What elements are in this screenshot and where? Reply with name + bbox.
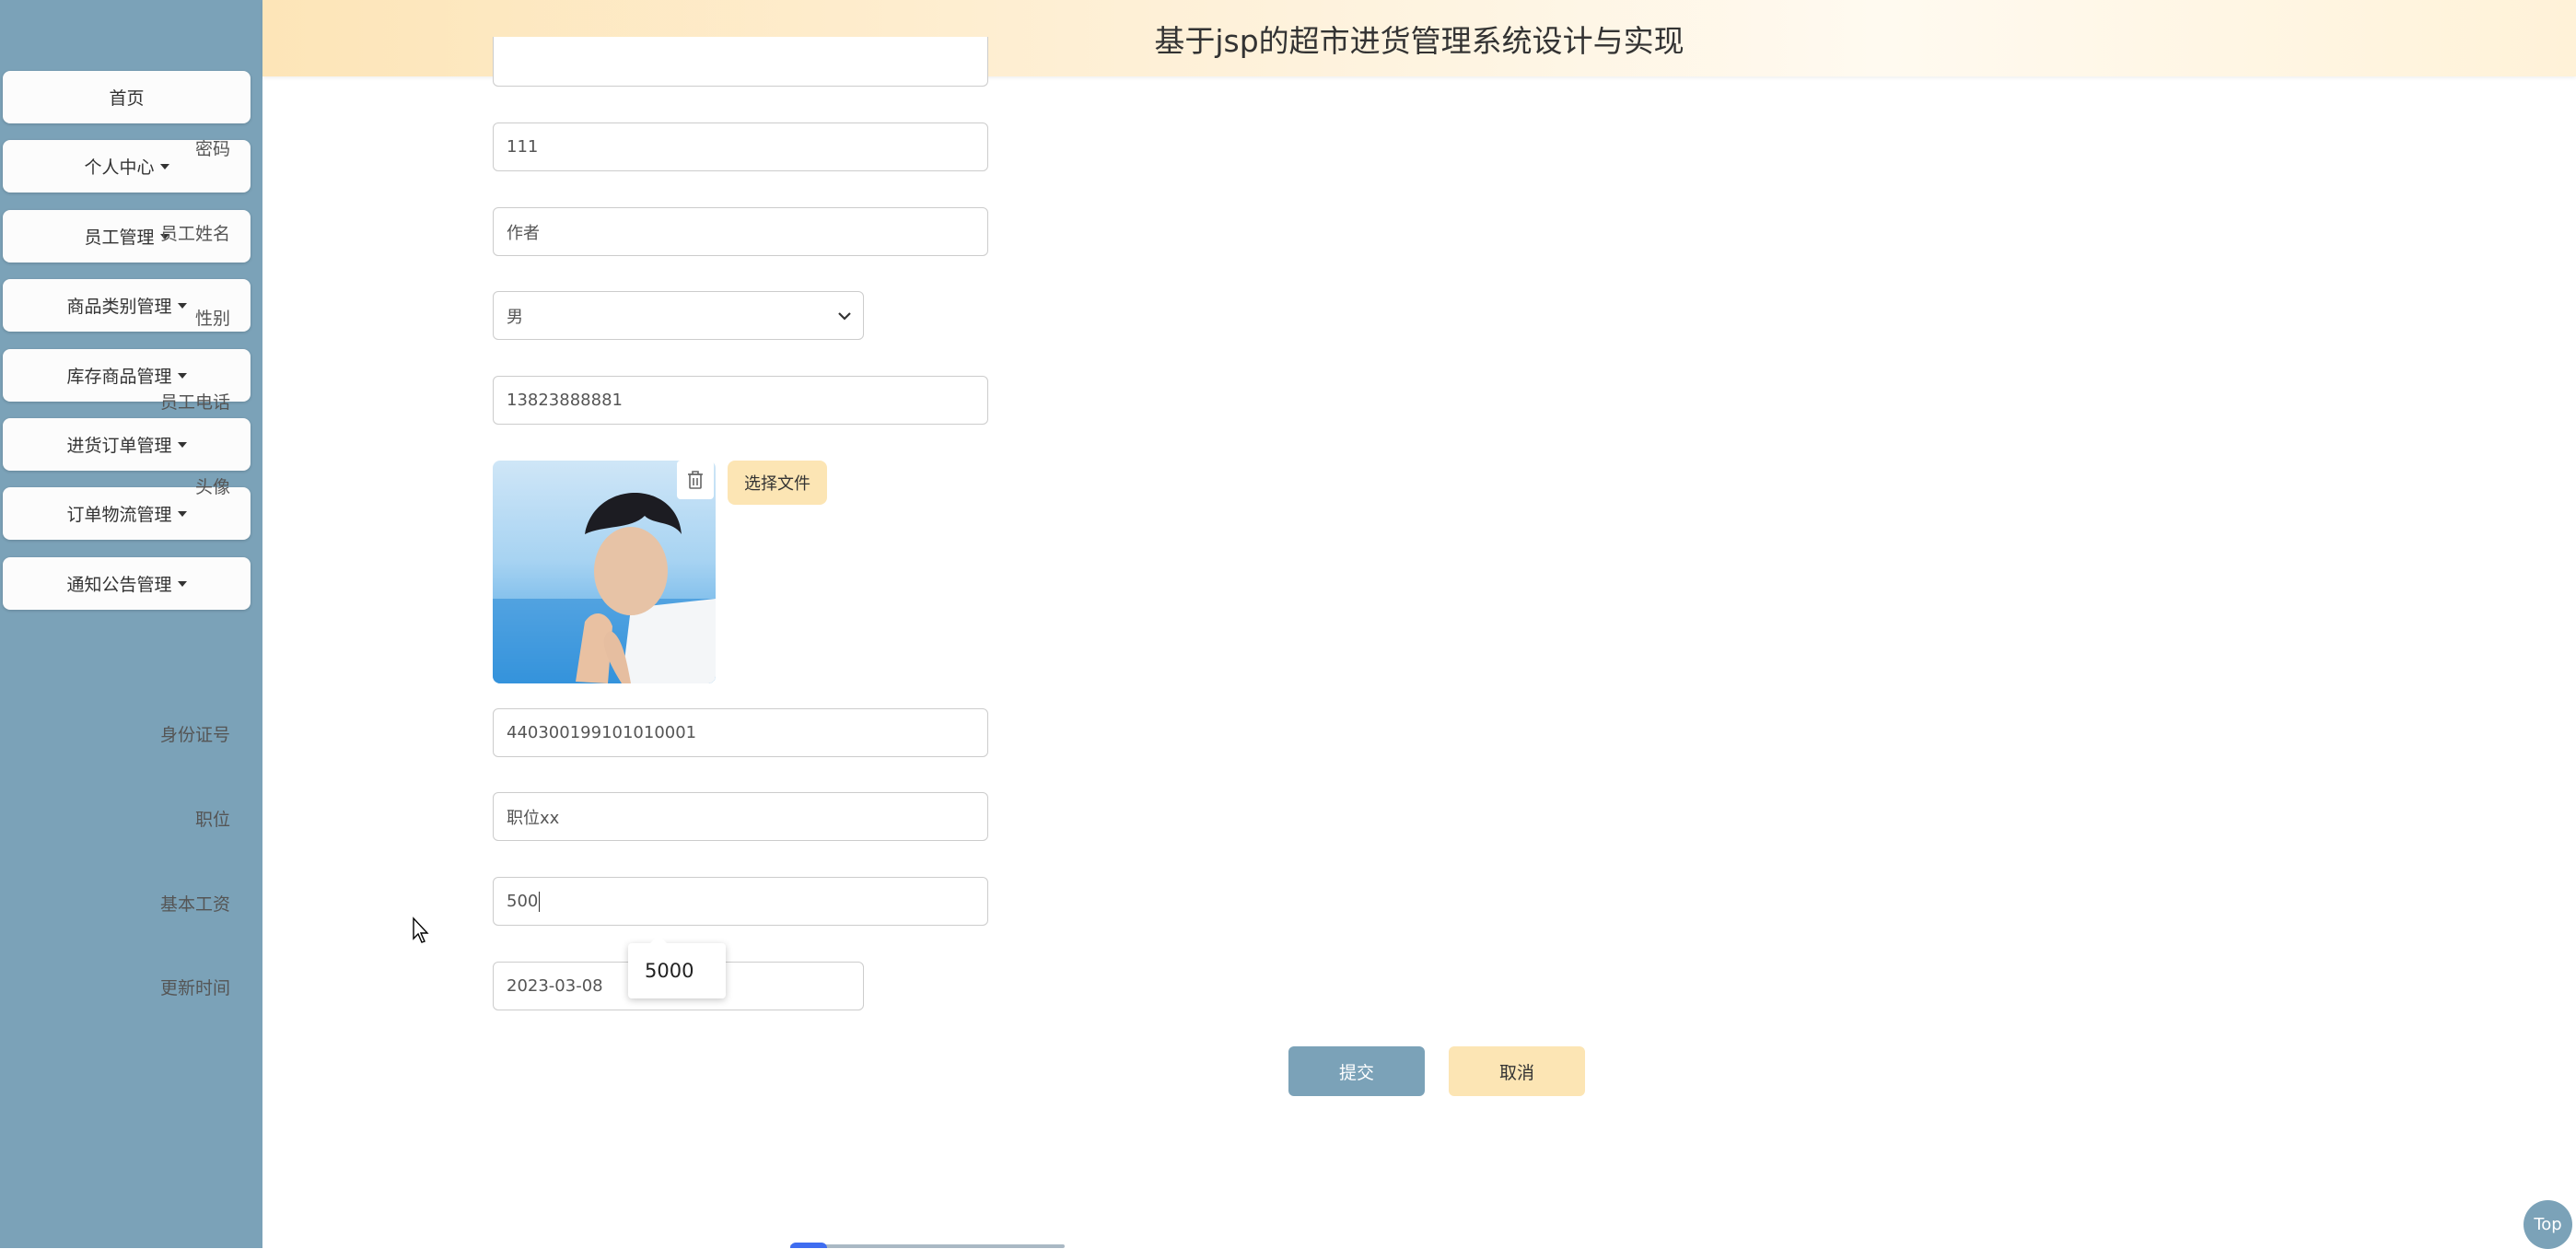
phone-label: 员工电话	[159, 392, 230, 413]
account-field[interactable]	[493, 37, 988, 87]
submit-button[interactable]: 提交	[1288, 1046, 1425, 1096]
gender-label: 性别	[194, 309, 230, 329]
sidebar-item-purchase-order-management[interactable]: 进货订单管理	[3, 418, 251, 471]
choose-file-button[interactable]: 选择文件	[728, 461, 827, 505]
name-field[interactable]: 作者	[493, 207, 988, 256]
id-card-field[interactable]: 440300199101010001	[493, 708, 988, 757]
sidebar-item-label: 通知公告管理	[66, 575, 172, 595]
trash-icon	[688, 471, 703, 489]
sidebar-item-notice-management[interactable]: 通知公告管理	[3, 557, 251, 610]
gender-select[interactable]: 男	[493, 291, 864, 340]
caret-down-icon	[177, 372, 187, 379]
sidebar-item-label: 库存商品管理	[66, 367, 172, 387]
sidebar-item-label: 首页	[109, 88, 145, 109]
salary-field[interactable]: 500	[493, 877, 988, 926]
text-caret	[539, 891, 541, 912]
gender-select-value: 男	[507, 307, 523, 327]
position-field[interactable]: 职位xx	[493, 792, 988, 841]
update-time-label: 更新时间	[159, 978, 230, 998]
avatar-label: 头像	[194, 477, 230, 497]
autocomplete-suggestion[interactable]: 5000	[628, 935, 726, 998]
caret-down-icon	[177, 510, 187, 517]
salary-label: 基本工资	[159, 894, 230, 915]
caret-down-icon	[159, 163, 169, 169]
delete-avatar-button[interactable]	[677, 461, 714, 499]
position-label: 职位	[194, 810, 230, 830]
horizontal-scrollbar[interactable]	[790, 1244, 1065, 1248]
scroll-indicator	[790, 1243, 827, 1248]
id-card-label: 身份证号	[159, 725, 230, 745]
caret-down-icon	[177, 441, 187, 448]
sidebar-item-label: 进货订单管理	[66, 436, 172, 456]
cancel-button[interactable]: 取消	[1449, 1046, 1585, 1096]
back-to-top-button[interactable]: Top	[2524, 1200, 2572, 1249]
sidebar-item-label: 订单物流管理	[66, 505, 172, 525]
phone-field[interactable]: 13823888881	[493, 376, 988, 425]
password-field[interactable]: 111	[493, 123, 988, 171]
caret-down-icon	[177, 580, 187, 587]
password-label: 密码	[194, 139, 230, 159]
sidebar-item-home[interactable]: 首页	[3, 71, 251, 123]
mouse-cursor-icon	[413, 916, 429, 943]
sidebar: 首页 个人中心 员工管理 商品类别管理 库存商品管理 进货订单管理 订单物流管理…	[0, 0, 262, 1248]
salary-value: 500	[507, 892, 539, 911]
chevron-down-icon	[838, 312, 851, 321]
name-label: 员工姓名	[159, 224, 230, 244]
